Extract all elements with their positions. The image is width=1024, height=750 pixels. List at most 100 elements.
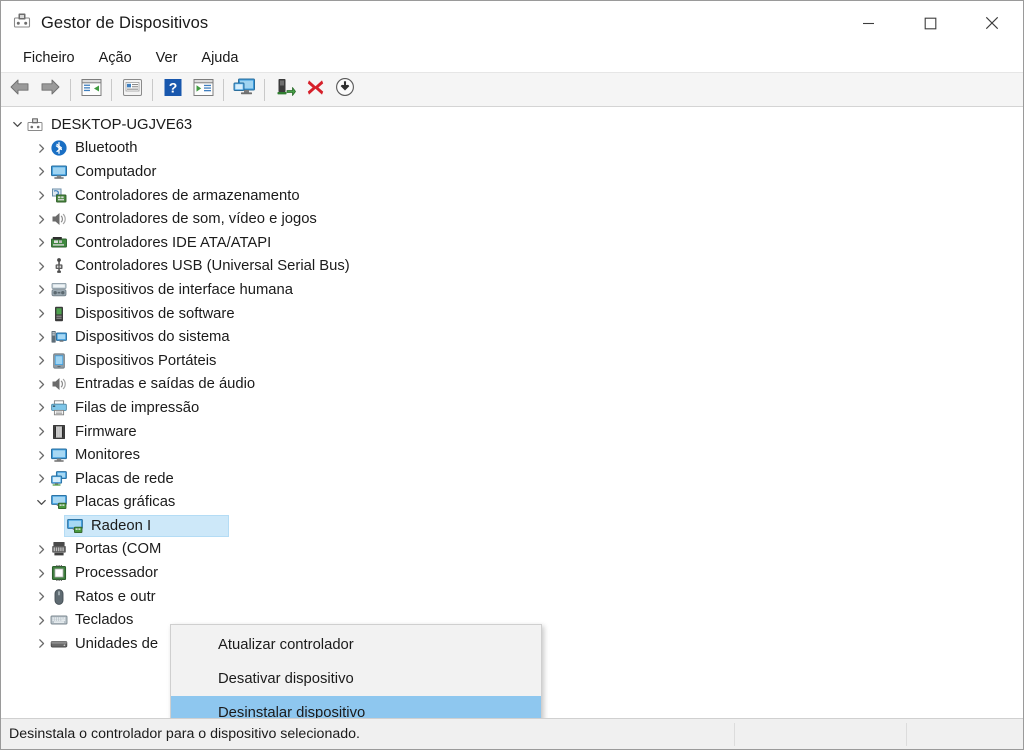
toolbar-separator — [111, 78, 112, 101]
sound-icon — [50, 210, 68, 228]
tree-node-bluetooth-label: Bluetooth — [75, 140, 138, 157]
ports-icon — [50, 540, 68, 558]
context-menu[interactable]: Atualizar controlador Desativar disposit… — [170, 624, 542, 718]
firmware-icon — [50, 423, 68, 441]
chevron-right-icon[interactable] — [33, 420, 50, 443]
status-bar-text: Desinstala o controlador para o disposit… — [9, 726, 360, 742]
tree-node-root-label: DESKTOP-UGJVE63 — [51, 116, 193, 133]
tree-node-placas-rede[interactable]: Placas de rede — [1, 467, 1023, 491]
tree-node-controladores-ide[interactable]: Controladores IDE ATA/ATAPI — [1, 231, 1023, 255]
menu-ficheiro[interactable]: Ficheiro — [11, 47, 87, 70]
tree-node-placas-graficas[interactable]: Placas gráficas — [1, 491, 1023, 515]
chevron-right-icon[interactable] — [33, 349, 50, 372]
uninstall-device-icon — [306, 78, 325, 102]
update-driver-icon — [193, 78, 214, 102]
menu-ajuda[interactable]: Ajuda — [189, 47, 250, 70]
forward-button[interactable] — [35, 75, 65, 105]
tree-node-ratos[interactable]: Ratos e outr — [1, 585, 1023, 609]
chevron-right-icon[interactable] — [33, 231, 50, 254]
tree-node-firmware[interactable]: Firmware — [1, 420, 1023, 444]
chevron-right-icon[interactable] — [33, 184, 50, 207]
tree-node-unidades-label: Unidades de — [75, 635, 159, 652]
tree-node-dispositivos-software-label: Dispositivos de software — [75, 305, 235, 322]
properties-icon — [122, 78, 143, 102]
tree-node-filas-impressao[interactable]: Filas de impressão — [1, 396, 1023, 420]
chevron-right-icon[interactable] — [33, 160, 50, 183]
chevron-right-icon[interactable] — [33, 444, 50, 467]
update-driver-button[interactable] — [188, 75, 218, 105]
context-menu-item-desativar-dispositivo[interactable]: Desativar dispositivo — [171, 662, 541, 696]
tree-pane[interactable]: DESKTOP-UGJVE63 Bluetooth Computador Con… — [1, 107, 1023, 718]
tree-node-root[interactable]: DESKTOP-UGJVE63 — [1, 113, 1023, 137]
tree-node-controladores-usb[interactable]: Controladores USB (Universal Serial Bus) — [1, 255, 1023, 279]
tree-node-controladores-usb-label: Controladores USB (Universal Serial Bus) — [75, 258, 350, 275]
chevron-right-icon[interactable] — [33, 538, 50, 561]
chevron-down-icon[interactable] — [9, 113, 26, 136]
window-controls — [837, 1, 1023, 45]
tree-node-controladores-armazenamento-label: Controladores de armazenamento — [75, 187, 300, 204]
minimize-button[interactable] — [837, 1, 899, 45]
properties-button[interactable] — [117, 75, 147, 105]
chevron-right-icon[interactable] — [33, 585, 50, 608]
context-menu-item-desinstalar-dispositivo[interactable]: Desinstalar dispositivo — [171, 696, 541, 718]
tree-node-firmware-label: Firmware — [75, 423, 137, 440]
close-button[interactable] — [961, 1, 1023, 45]
tree-node-controladores-ide-label: Controladores IDE ATA/ATAPI — [75, 234, 272, 251]
title-bar-left: Gestor de Dispositivos — [1, 11, 208, 36]
chevron-right-icon[interactable] — [33, 302, 50, 325]
storage-controller-icon — [50, 187, 68, 205]
back-arrow-icon — [9, 77, 31, 102]
tree-node-radeon[interactable]: Radeon I — [1, 514, 1023, 538]
processor-icon — [50, 564, 68, 582]
maximize-button[interactable] — [899, 1, 961, 45]
chevron-right-icon[interactable] — [33, 467, 50, 490]
chevron-right-icon[interactable] — [33, 373, 50, 396]
toolbar-separator — [70, 78, 71, 101]
tree-node-dispositivos-hid[interactable]: Dispositivos de interface humana — [1, 278, 1023, 302]
bluetooth-icon — [50, 139, 68, 157]
menu-ver[interactable]: Ver — [144, 47, 190, 70]
software-device-icon — [50, 305, 68, 323]
chevron-right-icon[interactable] — [33, 208, 50, 231]
uninstall-device-button[interactable] — [300, 75, 330, 105]
chevron-right-icon[interactable] — [33, 255, 50, 278]
tree-node-dispositivos-portateis-label: Dispositivos Portáteis — [75, 352, 217, 369]
chevron-right-icon[interactable] — [33, 326, 50, 349]
chevron-right-icon[interactable] — [33, 396, 50, 419]
chevron-right-icon[interactable] — [33, 278, 50, 301]
tree-node-radeon-label: Radeon I — [91, 517, 152, 534]
context-menu-item-atualizar-controlador[interactable]: Atualizar controlador — [171, 628, 541, 662]
tree-node-monitores-label: Monitores — [75, 447, 140, 464]
tree-node-monitores[interactable]: Monitores — [1, 443, 1023, 467]
tree-node-dispositivos-sistema[interactable]: Dispositivos do sistema — [1, 325, 1023, 349]
tree-node-controladores-som[interactable]: Controladores de som, vídeo e jogos — [1, 207, 1023, 231]
chevron-right-icon[interactable] — [33, 137, 50, 160]
status-bar: Desinstala o controlador para o disposit… — [1, 718, 1023, 749]
chevron-right-icon[interactable] — [33, 609, 50, 632]
back-button[interactable] — [5, 75, 35, 105]
chevron-right-icon[interactable] — [33, 632, 50, 655]
download-button[interactable] — [330, 75, 360, 105]
display-adapter-icon — [50, 493, 68, 511]
device-tree: DESKTOP-UGJVE63 Bluetooth Computador Con… — [1, 107, 1023, 656]
toolbar-separator — [264, 78, 265, 101]
tree-node-dispositivos-portateis[interactable]: Dispositivos Portáteis — [1, 349, 1023, 373]
show-hide-console-tree-button[interactable] — [76, 75, 106, 105]
chevron-down-icon[interactable] — [33, 491, 50, 514]
tree-node-portas[interactable]: Portas (COM — [1, 538, 1023, 562]
tree-node-controladores-som-label: Controladores de som, vídeo e jogos — [75, 211, 317, 228]
enable-device-button[interactable] — [270, 75, 300, 105]
tree-node-computador[interactable]: Computador — [1, 160, 1023, 184]
toolbar-separator — [152, 78, 153, 101]
tree-node-bluetooth[interactable]: Bluetooth — [1, 137, 1023, 161]
menu-acao[interactable]: Ação — [87, 47, 144, 70]
help-button[interactable]: ? — [158, 75, 188, 105]
tree-node-entradas-saidas-audio[interactable]: Entradas e saídas de áudio — [1, 373, 1023, 397]
tree-node-dispositivos-software[interactable]: Dispositivos de software — [1, 302, 1023, 326]
tree-node-computador-label: Computador — [75, 163, 157, 180]
chevron-right-icon[interactable] — [33, 562, 50, 585]
audio-io-icon — [50, 375, 68, 393]
scan-hardware-changes-button[interactable] — [229, 75, 259, 105]
tree-node-processadores[interactable]: Processador — [1, 561, 1023, 585]
tree-node-controladores-armazenamento[interactable]: Controladores de armazenamento — [1, 184, 1023, 208]
